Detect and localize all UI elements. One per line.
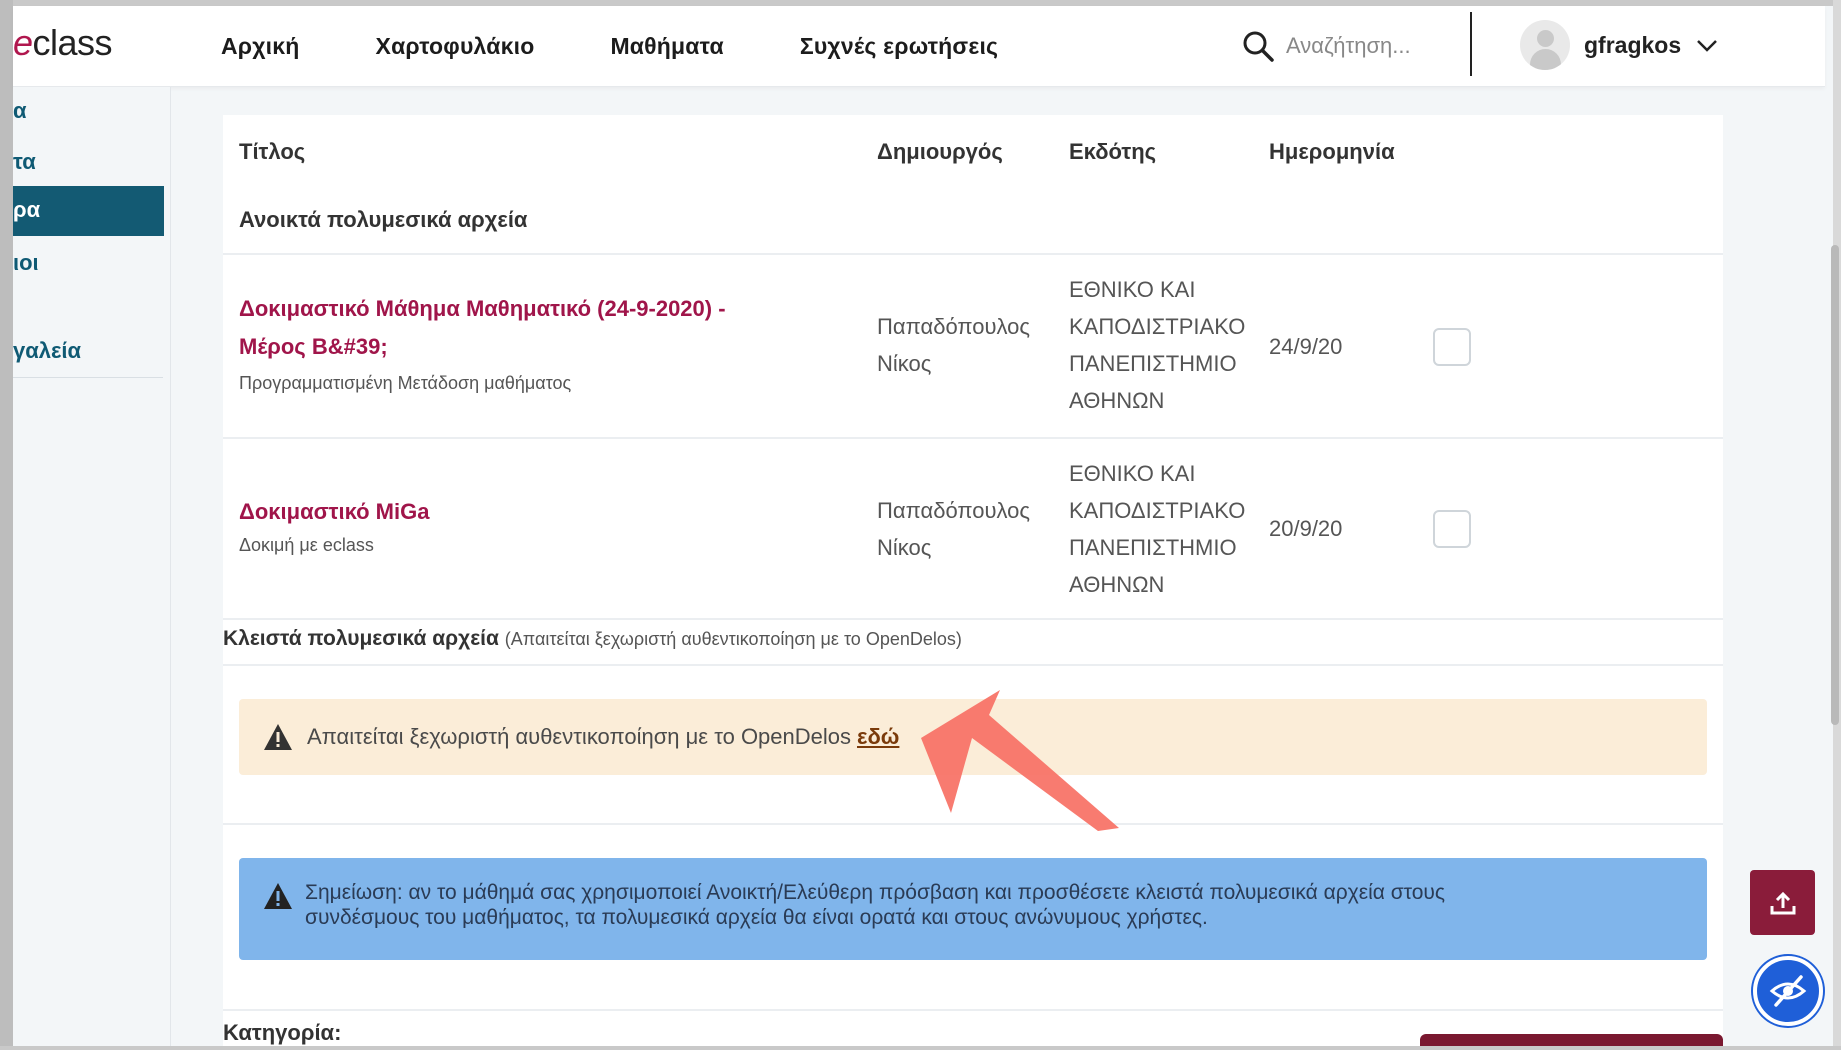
window-frame-left [0, 0, 13, 1050]
publisher-line: ΑΘΗΝΩΝ [1069, 572, 1165, 597]
publisher-line: ΕΘΝΙΚΟ ΚΑΙ [1069, 461, 1196, 486]
search-box [1240, 24, 1436, 68]
item-date: 20/9/20 [1269, 516, 1343, 541]
creator-line2: Νίκος [877, 535, 932, 560]
sidebar-item-2[interactable]: τα [13, 138, 163, 186]
row-divider [223, 253, 1723, 255]
item-title-line1: Δοκιμαστικό Μάθημα Μαθηματικό (24-9-2020… [239, 296, 726, 321]
multimedia-table-panel: Τίτλος Δημιουργός Εκδότης Ημερομηνία Ανο… [223, 115, 1723, 1050]
upload-icon [1770, 891, 1795, 914]
sidebar-item-1[interactable]: α [13, 87, 163, 135]
row-divider [223, 618, 1723, 620]
logo-prefix: e [13, 22, 33, 63]
col-header-publisher[interactable]: Εκδότης [1069, 139, 1156, 165]
warning-icon [264, 724, 292, 750]
item-subtitle: Προγραμματισμένη Μετάδοση μαθήματος [239, 373, 572, 393]
accessibility-toggle-button[interactable] [1753, 956, 1823, 1026]
creator-line1: Παπαδόπουλος [877, 314, 1031, 339]
sidebar-item-4[interactable]: ιοι [13, 239, 163, 287]
closed-title: Κλειστά πολυμεσικά αρχεία [223, 627, 499, 650]
sidebar-item-active[interactable]: ρα [13, 186, 164, 236]
closed-section-title: Κλειστά πολυμεσικά αρχεία (Απαιτείται ξε… [223, 627, 962, 651]
page-scrollbar[interactable] [1831, 245, 1839, 725]
publisher-line: ΠΑΝΕΠΙΣΤΗΜΙΟ [1069, 351, 1237, 376]
nav-faq[interactable]: Συχνές ερωτήσεις [800, 33, 998, 60]
col-header-creator[interactable]: Δημιουργός [877, 139, 1003, 165]
row-divider [223, 437, 1723, 439]
row-divider [223, 1009, 1723, 1011]
item-title-link[interactable]: Δοκιμαστικό Μάθημα Μαθηματικό (24-9-2020… [239, 290, 726, 366]
sidebar-divider [13, 377, 163, 378]
warning-icon [264, 883, 292, 909]
category-label: Κατηγορία: [223, 1020, 342, 1045]
item-publisher: ΕΘΝΙΚΟ ΚΑΙ ΚΑΠΟΔΙΣΤΡΙΑΚΟ ΠΑΝΕΠΙΣΤΗΜΙΟ ΑΘ… [1069, 271, 1245, 419]
search-input[interactable] [1286, 33, 1436, 59]
row-divider [223, 664, 1723, 666]
select-checkbox[interactable] [1433, 328, 1471, 366]
open-section-title: Ανοικτά πολυμεσικά αρχεία [239, 207, 528, 232]
nav-home[interactable]: Αρχική [221, 33, 300, 60]
item-publisher: ΕΘΝΙΚΟ ΚΑΙ ΚΑΠΟΔΙΣΤΡΙΑΚΟ ΠΑΝΕΠΙΣΤΗΜΙΟ ΑΘ… [1069, 455, 1245, 603]
publisher-line: ΠΑΝΕΠΙΣΤΗΜΙΟ [1069, 535, 1237, 560]
anonymous-access-note: Σημείωση: αν το μάθημά σας χρησιμοποιεί … [239, 858, 1707, 960]
creator-line1: Παπαδόπουλος [877, 498, 1031, 523]
eye-off-icon [1769, 975, 1807, 1007]
auth-here-link[interactable]: εδώ [857, 724, 899, 750]
opendelos-auth-warning: Απαιτείται ξεχωριστή αυθεντικοποίηση με … [239, 699, 1707, 775]
main-nav: Αρχική Χαρτοφυλάκιο Μαθήματα Συχνές ερωτ… [221, 6, 1074, 87]
window-frame-bottom [0, 1046, 1841, 1050]
item-creator: Παπαδόπουλος Νίκος [877, 308, 1030, 382]
upload-button[interactable] [1750, 870, 1815, 935]
nav-courses[interactable]: Μαθήματα [610, 33, 723, 60]
info-line1: Σημείωση: αν το μάθημά σας χρησιμοποιεί … [305, 881, 1445, 904]
creator-line2: Νίκος [877, 351, 932, 376]
search-icon[interactable] [1240, 28, 1276, 64]
avatar-icon [1520, 20, 1570, 70]
item-date: 24/9/20 [1269, 334, 1343, 359]
info-line2: συνδέσμους του μαθήματος, τα πολυμεσικά … [305, 906, 1208, 929]
nav-portfolio[interactable]: Χαρτοφυλάκιο [376, 33, 535, 60]
closed-note: (Απαιτείται ξεχωριστή αυθεντικοποίηση με… [504, 629, 962, 649]
sidebar-item-tools[interactable]: γαλεία [13, 327, 163, 375]
publisher-line: ΚΑΠΟΔΙΣΤΡΙΑΚΟ [1069, 314, 1246, 339]
publisher-line: ΑΘΗΝΩΝ [1069, 388, 1165, 413]
header-divider [1470, 12, 1472, 76]
chevron-down-icon[interactable] [1695, 33, 1719, 57]
col-header-title[interactable]: Τίτλος [239, 139, 305, 165]
username-label: gfragkos [1584, 31, 1682, 58]
publisher-line: ΕΘΝΙΚΟ ΚΑΙ [1069, 277, 1196, 302]
item-subtitle: Δοκιμή με eclass [239, 535, 374, 555]
item-title-line2: Μέρος Β&#39; [239, 334, 388, 359]
item-title-link[interactable]: Δοκιμαστικό MiGa [239, 493, 429, 531]
col-header-date[interactable]: Ημερομηνία [1269, 139, 1395, 165]
logo-text: class [32, 22, 113, 63]
user-menu[interactable]: gfragkos [1520, 20, 1719, 70]
course-sidebar: α τα ρα ιοι γαλεία [13, 87, 171, 1050]
row-divider [223, 823, 1723, 825]
warning-text: Απαιτείται ξεχωριστή αυθεντικοποίηση με … [307, 724, 852, 749]
item-creator: Παπαδόπουλος Νίκος [877, 492, 1030, 566]
top-header: eclass Αρχική Χαρτοφυλάκιο Μαθήματα Συχν… [13, 6, 1825, 87]
eclass-logo[interactable]: eclass [13, 22, 113, 64]
publisher-line: ΚΑΠΟΔΙΣΤΡΙΑΚΟ [1069, 498, 1246, 523]
select-checkbox[interactable] [1433, 510, 1471, 548]
